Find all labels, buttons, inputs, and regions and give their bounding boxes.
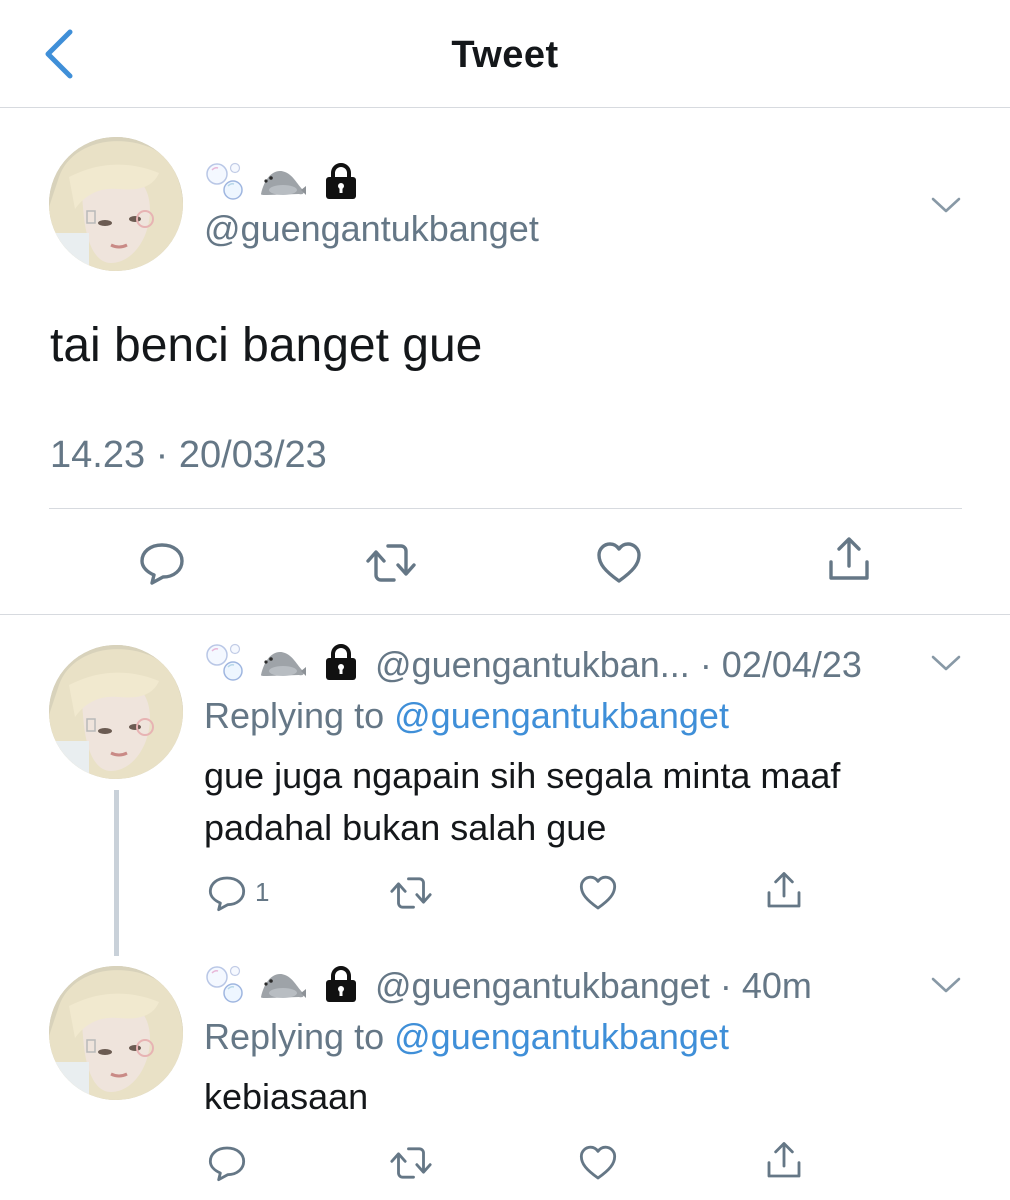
reply-meta: @guengantukban... · 02/04/23 [375, 644, 862, 686]
share-icon[interactable] [764, 1141, 804, 1181]
seal-icon [257, 967, 307, 1001]
user-handle[interactable]: @guengantukbanget [375, 965, 710, 1006]
bubbles-icon [205, 963, 247, 1005]
reply-icon[interactable] [138, 539, 186, 587]
like-icon[interactable] [578, 1143, 618, 1183]
chevron-down-icon[interactable] [931, 976, 961, 994]
replying-to: Replying to @guengantukbanget [204, 1016, 729, 1058]
replying-to: Replying to @guengantukbanget [204, 695, 729, 737]
user-handle[interactable]: @guengantukbanget [204, 208, 539, 250]
reply-count: 1 [255, 877, 270, 907]
user-badges [205, 641, 359, 683]
avatar[interactable] [49, 966, 183, 1100]
reply-time: · 02/04/23 [699, 644, 862, 685]
reply-text: kebiasaan [204, 1076, 369, 1117]
seal-icon [257, 645, 307, 679]
tweet-timestamp: 14.23 · 20/03/23 [50, 434, 327, 476]
bubbles-icon [205, 160, 247, 202]
retweet-icon[interactable] [364, 539, 418, 587]
divider [49, 508, 962, 509]
user-badges [205, 160, 359, 202]
reply-icon[interactable] [207, 873, 247, 913]
reply-icon[interactable] [207, 1143, 247, 1183]
seal-icon [257, 164, 307, 198]
reply-text: gue juga ngapain sih segala minta maaf p… [204, 755, 841, 848]
reply-time: · 40m [719, 965, 812, 1006]
lock-icon [323, 643, 359, 681]
share-icon[interactable] [825, 536, 873, 584]
lock-icon [323, 965, 359, 1003]
chevron-down-icon[interactable] [931, 654, 961, 672]
avatar[interactable] [49, 137, 183, 271]
replying-to-handle[interactable]: @guengantukbanget [394, 695, 729, 736]
reply-meta: @guengantukbanget · 40m [375, 965, 812, 1007]
like-icon[interactable] [595, 539, 643, 587]
user-handle[interactable]: @guengantukban... [375, 644, 690, 685]
section-divider [0, 614, 1010, 615]
replying-to-handle[interactable]: @guengantukbanget [394, 1016, 729, 1057]
avatar[interactable] [49, 645, 183, 779]
retweet-icon[interactable] [388, 1143, 434, 1183]
page-title: Tweet [451, 34, 559, 76]
lock-icon [323, 162, 359, 200]
header-divider [0, 107, 1010, 108]
replying-to-label: Replying to [204, 1016, 385, 1057]
thread-line [114, 790, 119, 956]
bubbles-icon [205, 641, 247, 683]
like-icon[interactable] [578, 873, 618, 913]
replying-to-label: Replying to [204, 695, 385, 736]
share-icon[interactable] [764, 871, 804, 911]
retweet-icon[interactable] [388, 873, 434, 913]
user-badges [205, 963, 359, 1005]
chevron-down-icon[interactable] [931, 196, 961, 214]
tweet-text: tai benci banget gue [50, 319, 483, 372]
